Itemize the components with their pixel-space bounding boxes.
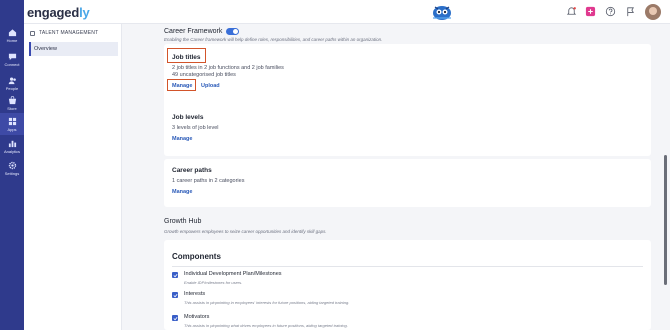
career-paths-title: Career paths: [172, 167, 212, 174]
analytics-icon: [8, 140, 16, 147]
page-scrollbar[interactable]: [664, 155, 667, 285]
rail-item-apps[interactable]: Apps: [0, 113, 24, 135]
job-titles-uncategorised: 49 uncategorised job titles: [172, 72, 236, 78]
job-titles-highlight: [167, 48, 206, 63]
checkmark-icon: [173, 316, 177, 320]
subnav-item-overview[interactable]: Overview: [29, 42, 118, 56]
people-icon: [8, 77, 16, 84]
rail-item-settings[interactable]: Settings: [0, 157, 24, 179]
rail-label-connect: Connect: [4, 61, 20, 67]
job-levels-manage-link[interactable]: Manage: [172, 136, 192, 142]
add-icon[interactable]: [584, 5, 596, 17]
components-divider: [172, 266, 643, 267]
idp-checkbox[interactable]: [172, 272, 178, 278]
checkmark-icon: [173, 293, 177, 297]
top-header: engagedly: [0, 0, 670, 24]
idp-label: Individual Development Plan/Milestones: [184, 271, 282, 277]
job-titles-summary: 2 job titles in 2 job functions and 2 jo…: [172, 65, 284, 71]
main-content: Career Framework Enabling the Career fra…: [136, 24, 656, 330]
rail-label-settings: Settings: [4, 170, 20, 176]
store-icon: [8, 95, 16, 104]
job-levels-title: Job levels: [172, 114, 204, 121]
motivators-checkbox[interactable]: [172, 315, 178, 321]
mascot-icon: [433, 6, 451, 20]
idp-description: Enable IDP/milestones for users.: [184, 280, 243, 285]
home-icon: [8, 28, 16, 36]
career-framework-toggle[interactable]: [226, 28, 240, 35]
subnav-item-label: Overview: [34, 46, 57, 52]
section-icon: [30, 30, 35, 36]
rail-item-people[interactable]: People: [0, 72, 24, 94]
career-paths-card: Career paths 1 career paths in 2 categor…: [164, 159, 651, 207]
help-icon[interactable]: [604, 5, 616, 17]
app-logo[interactable]: engagedly: [27, 5, 90, 20]
career-paths-manage-link[interactable]: Manage: [172, 189, 192, 195]
career-framework-title: Career Framework: [164, 28, 223, 35]
main-nav-rail: Home Connect People Store Apps Analytics…: [0, 0, 24, 330]
talent-management-sidebar: TALENT MANAGEMENT: [24, 24, 122, 330]
growth-hub-description: Growth empowers employees to seize caree…: [164, 229, 327, 234]
flag-icon[interactable]: [624, 5, 636, 17]
rail-item-connect[interactable]: Connect: [0, 48, 24, 70]
rail-item-home[interactable]: Home: [0, 24, 24, 46]
interests-checkbox[interactable]: [172, 292, 178, 298]
rail-item-store[interactable]: Store: [0, 92, 24, 114]
subnav-title: TALENT MANAGEMENT: [39, 30, 99, 36]
user-avatar[interactable]: [645, 4, 661, 20]
rail-label-apps: Apps: [7, 126, 17, 132]
components-title: Components: [172, 252, 221, 261]
motivators-label: Motivators: [184, 314, 210, 320]
components-card: Components Individual Development Plan/M…: [164, 240, 651, 330]
career-framework-header: Career Framework: [164, 28, 240, 35]
job-levels-summary: 3 levels of job level: [172, 125, 219, 131]
interests-description: This assists in pinpointing in employees…: [184, 300, 350, 305]
career-paths-summary: 1 career paths in 2 categories: [172, 178, 245, 184]
rail-label-people: People: [5, 85, 19, 91]
job-titles-upload-link[interactable]: Upload: [201, 83, 220, 89]
growth-hub-title: Growth Hub: [164, 218, 202, 225]
rail-item-analytics[interactable]: Analytics: [0, 135, 24, 157]
apps-icon: [8, 117, 16, 125]
manage-highlight: [167, 79, 196, 91]
subnav-header: TALENT MANAGEMENT: [30, 30, 98, 36]
rail-label-home: Home: [6, 37, 18, 43]
bell-icon[interactable]: [565, 5, 577, 17]
interests-label: Interests: [184, 291, 206, 297]
career-framework-description: Enabling the Career framework will help …: [164, 37, 383, 42]
rail-label-analytics: Analytics: [3, 148, 20, 154]
job-levels-card: Job levels 3 levels of job level Manage: [164, 106, 651, 156]
rail-label-store: Store: [7, 105, 17, 111]
gear-icon: [8, 161, 16, 169]
checkmark-icon: [173, 273, 177, 277]
motivators-description: This assists in pinpointing what drives …: [184, 323, 348, 328]
chat-icon: [8, 53, 16, 60]
